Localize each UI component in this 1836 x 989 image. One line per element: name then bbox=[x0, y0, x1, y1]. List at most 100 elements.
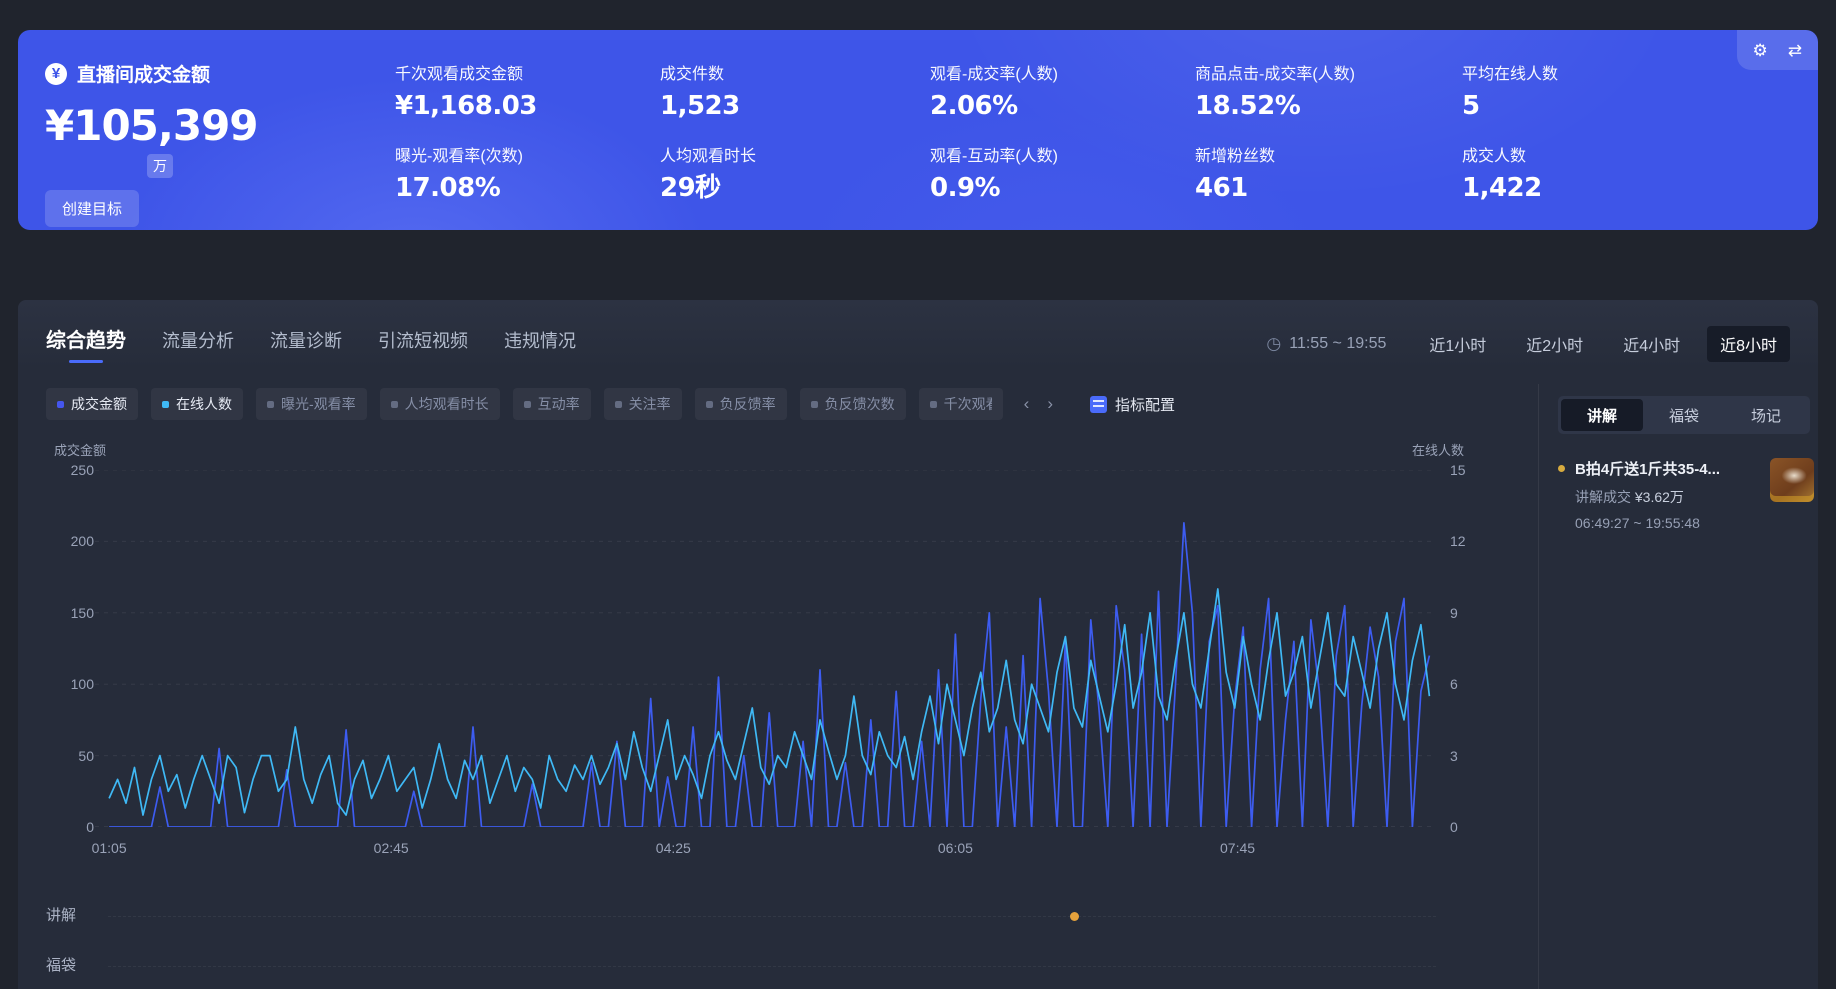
legend-chip[interactable]: 负反馈次数 bbox=[800, 388, 906, 420]
legend-chip-label: 人均观看时长 bbox=[405, 394, 489, 414]
metric-column: 千次观看成交金额 ¥1,168.03 曝光-观看率(次数) 17.08% bbox=[395, 64, 655, 228]
x-tick-label: 07:45 bbox=[1220, 840, 1255, 856]
time-preset-button[interactable]: 近8小时 bbox=[1707, 326, 1790, 362]
tab-item[interactable]: 流量诊断 bbox=[270, 327, 342, 363]
side-panel-divider bbox=[1538, 384, 1539, 989]
primary-metric-block: ¥ 直播间成交金额 ¥105,399 万 创建目标 bbox=[45, 60, 375, 227]
metric-label: 观看-成交率(人数) bbox=[930, 64, 1190, 86]
time-preset-button[interactable]: 近1小时 bbox=[1416, 326, 1499, 362]
timeline-row-explain: 讲解 bbox=[46, 904, 1436, 930]
left-tick-label: 200 bbox=[71, 533, 94, 549]
unit-badge: 万 bbox=[147, 154, 173, 178]
metric-label: 商品点击-成交率(人数) bbox=[1195, 64, 1455, 86]
legend-chip[interactable]: 人均观看时长 bbox=[380, 388, 500, 420]
legend-chip[interactable]: 互动率 bbox=[513, 388, 591, 420]
time-presets: 近1小时近2小时近4小时近8小时 bbox=[1416, 326, 1790, 362]
legend-chip[interactable]: 关注率 bbox=[604, 388, 682, 420]
explain-list-item[interactable]: B拍4斤送1斤共35-4... 讲解成交 ¥3.62万 06:49:27 ~ 1… bbox=[1558, 458, 1814, 531]
metric-value: 0.9% bbox=[930, 171, 1190, 205]
legend-dot-icon bbox=[706, 401, 713, 408]
item-deal-label: 讲解成交 bbox=[1575, 489, 1631, 505]
left-tick-label: 50 bbox=[78, 748, 94, 764]
legend-chip-label: 互动率 bbox=[538, 394, 580, 414]
metric-column: 平均在线人数5成交人数1,422 bbox=[1462, 64, 1722, 228]
side-tab-场记[interactable]: 场记 bbox=[1725, 399, 1807, 431]
timeline-track bbox=[108, 916, 1436, 917]
chevron-left-icon[interactable]: ‹ bbox=[1024, 394, 1030, 414]
tab-item[interactable]: 流量分析 bbox=[162, 327, 234, 363]
metric-label: 成交件数 bbox=[660, 64, 920, 86]
metric-value: 17.08% bbox=[395, 171, 655, 205]
create-goal-button[interactable]: 创建目标 bbox=[45, 190, 139, 227]
legend-chip[interactable]: 负反馈率 bbox=[695, 388, 787, 420]
swap-icon[interactable]: ⇄ bbox=[1788, 42, 1802, 59]
time-preset-button[interactable]: 近2小时 bbox=[1513, 326, 1596, 362]
x-tick-label: 01:05 bbox=[92, 840, 127, 856]
time-preset-button[interactable]: 近4小时 bbox=[1610, 326, 1693, 362]
legend-dot-icon bbox=[930, 401, 937, 408]
gear-icon[interactable]: ⚙ bbox=[1753, 42, 1768, 59]
trend-chart[interactable] bbox=[95, 470, 1435, 827]
legend-chip[interactable]: 千次观看 bbox=[919, 388, 1003, 420]
legend-dot-icon bbox=[57, 401, 64, 408]
config-icon bbox=[1090, 396, 1107, 413]
x-axis-labels: 01:0502:4504:2506:0507:45 bbox=[95, 840, 1435, 860]
left-tick-label: 150 bbox=[71, 605, 94, 621]
timeline-row-lucky-bag: 福袋 bbox=[46, 954, 1436, 980]
right-axis-title: 在线人数 bbox=[1412, 440, 1464, 459]
right-tick-label: 0 bbox=[1450, 819, 1458, 835]
time-range: ◷ 11:55 ~ 19:55 bbox=[1266, 334, 1386, 354]
metric-label: 千次观看成交金额 bbox=[395, 64, 655, 86]
legend-chip-label: 千次观看 bbox=[944, 394, 992, 414]
timeline-row-label: 福袋 bbox=[46, 957, 76, 974]
legend-chip[interactable]: 成交金额 bbox=[46, 388, 138, 420]
legend-chip[interactable]: 曝光-观看率 bbox=[256, 388, 367, 420]
item-deal-value: ¥3.62万 bbox=[1635, 489, 1684, 505]
x-tick-label: 02:45 bbox=[374, 840, 409, 856]
metric-column: 成交件数1,523人均观看时长29秒 bbox=[660, 64, 920, 228]
legend-chip[interactable]: 在线人数 bbox=[151, 388, 243, 420]
side-tab-福袋[interactable]: 福袋 bbox=[1643, 399, 1725, 431]
metric-value: 1,523 bbox=[660, 89, 920, 123]
banner-corner-actions: ⚙ ⇄ bbox=[1737, 30, 1819, 70]
legend-chip-label: 在线人数 bbox=[176, 394, 232, 414]
side-tab-讲解[interactable]: 讲解 bbox=[1561, 399, 1643, 431]
timeline-row-label: 讲解 bbox=[46, 907, 76, 924]
tab-item[interactable]: 违规情况 bbox=[504, 327, 576, 363]
metric-value: 29秒 bbox=[660, 171, 920, 205]
legend-dot-icon bbox=[391, 401, 398, 408]
legend-chip-label: 曝光-观看率 bbox=[281, 394, 356, 414]
left-tick-label: 0 bbox=[86, 819, 94, 835]
legend-dot-icon bbox=[162, 401, 169, 408]
left-tick-label: 250 bbox=[71, 462, 94, 478]
primary-metric-label: 直播间成交金额 bbox=[77, 60, 210, 87]
legend-chip-label: 关注率 bbox=[629, 394, 671, 414]
left-axis-title: 成交金额 bbox=[54, 440, 106, 459]
chevron-right-icon[interactable]: › bbox=[1047, 394, 1053, 414]
metric-label: 曝光-观看率(次数) bbox=[395, 146, 655, 168]
clock-icon: ◷ bbox=[1266, 334, 1281, 354]
metric-value: 5 bbox=[1462, 89, 1722, 123]
metric-config-button[interactable]: 指标配置 bbox=[1090, 394, 1175, 415]
right-tick-label: 9 bbox=[1450, 605, 1458, 621]
metric-value: 2.06% bbox=[930, 89, 1190, 123]
left-tick-label: 100 bbox=[71, 676, 94, 692]
item-title: B拍4斤送1斤共35-4... bbox=[1575, 458, 1760, 479]
left-axis-ticks: 250 200 150 100 50 0 bbox=[46, 462, 94, 835]
item-time-range: 06:49:27 ~ 19:55:48 bbox=[1575, 515, 1760, 531]
trend-panel: 综合趋势流量分析流量诊断引流短视频违规情况 ◷ 11:55 ~ 19:55 近1… bbox=[18, 300, 1818, 989]
timeline-track bbox=[108, 966, 1436, 967]
tab-overview[interactable]: 综合趋势 bbox=[46, 324, 126, 363]
x-tick-label: 06:05 bbox=[938, 840, 973, 856]
tab-item[interactable]: 引流短视频 bbox=[378, 327, 468, 363]
metric-column: 商品点击-成交率(人数)18.52%新增粉丝数461 bbox=[1195, 64, 1455, 228]
legend-chip-label: 负反馈率 bbox=[720, 394, 776, 414]
metric-value: 461 bbox=[1195, 171, 1455, 205]
metric-label: 平均在线人数 bbox=[1462, 64, 1722, 86]
primary-metric-value: ¥105,399 bbox=[45, 101, 375, 150]
metric-column: 观看-成交率(人数)2.06%观看-互动率(人数)0.9% bbox=[930, 64, 1190, 228]
explain-marker-dot[interactable] bbox=[1070, 912, 1079, 921]
panel-header: 综合趋势流量分析流量诊断引流短视频违规情况 ◷ 11:55 ~ 19:55 近1… bbox=[46, 324, 1790, 363]
right-tick-label: 6 bbox=[1450, 676, 1458, 692]
metric-value: ¥1,168.03 bbox=[395, 89, 655, 123]
